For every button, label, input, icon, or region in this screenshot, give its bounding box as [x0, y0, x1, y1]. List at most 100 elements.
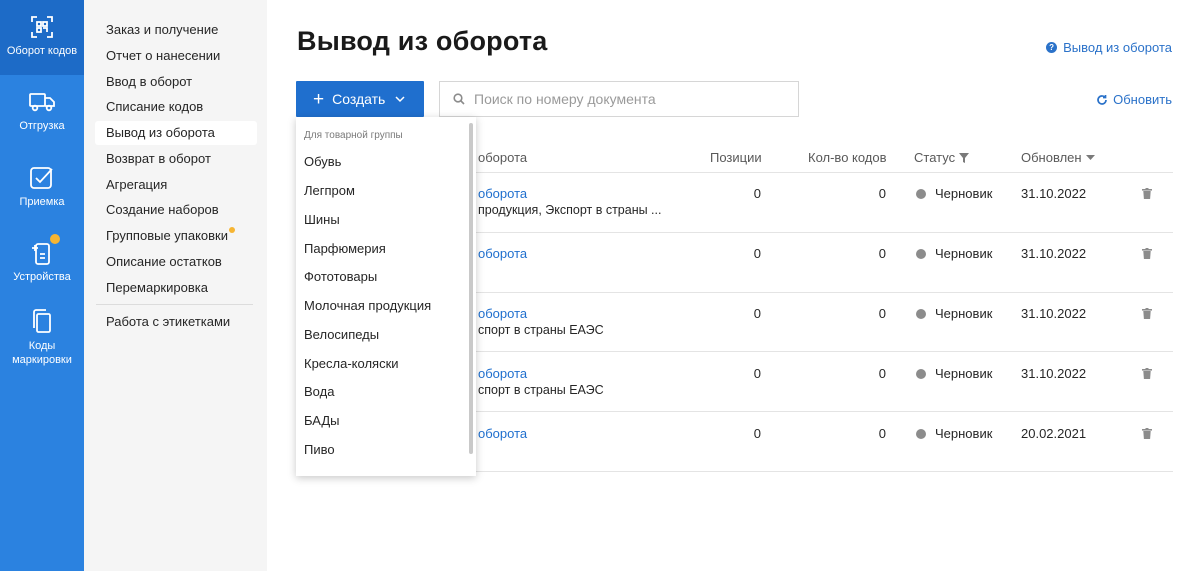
rail-label: Отгрузка: [19, 120, 65, 132]
trash-icon[interactable]: [1142, 188, 1152, 199]
column-header-updated[interactable]: Обновлен: [1021, 150, 1095, 165]
status-label: Черновик: [935, 246, 993, 261]
dropdown-item-shoes[interactable]: Обувь: [304, 154, 341, 169]
dropdown-header: Для товарной группы: [304, 130, 403, 141]
subnav-item-aggregation[interactable]: Агрегация: [95, 173, 257, 197]
status-badge: Черновик: [916, 306, 992, 321]
codes-value: 0: [878, 186, 886, 201]
rail-label: Приемка: [19, 196, 65, 208]
search-icon: [453, 93, 465, 105]
truck-icon: [29, 93, 55, 112]
column-label: Обновлен: [1021, 150, 1082, 165]
document-subtitle: спорт в страны ЕАЭС: [478, 383, 604, 397]
subnav-item-writeoff[interactable]: Списание кодов: [95, 95, 257, 119]
trash-icon[interactable]: [1142, 248, 1152, 259]
status-dot: [916, 248, 926, 259]
refresh-icon: [1097, 94, 1107, 105]
dropdown-item-bicycles[interactable]: Велосипеды: [304, 327, 379, 342]
subnav-item-order[interactable]: Заказ и получение: [95, 18, 257, 42]
notification-badge: [49, 233, 61, 245]
subnav-label: Ввод в оборот: [106, 74, 193, 89]
subnav-item-labels[interactable]: Работа с этикетками: [95, 310, 257, 334]
column-label: оборота: [478, 150, 528, 165]
subnav-item-remarking[interactable]: Перемаркировка: [95, 276, 257, 300]
dropdown-item-photo[interactable]: Фототовары: [304, 269, 377, 284]
subnav-item-withdrawal[interactable]: Вывод из оборота: [95, 121, 257, 145]
trash-icon[interactable]: [1142, 368, 1152, 379]
refresh-label: Обновить: [1113, 92, 1172, 107]
dropdown-item-supplements[interactable]: БАДы: [304, 413, 340, 428]
status-label: Черновик: [935, 426, 993, 441]
product-group-dropdown: Для товарной группы Обувь Легпром Шины П…: [296, 117, 476, 476]
dropdown-scrollbar[interactable]: [469, 123, 473, 454]
create-label: Создать: [332, 91, 386, 107]
dropdown-item-beer[interactable]: Пиво: [304, 442, 335, 457]
subnav-item-sets[interactable]: Создание наборов: [95, 198, 257, 222]
rail-item-marking-codes[interactable]: Коды маркировки: [0, 308, 84, 370]
column-label: Позиции: [710, 150, 762, 165]
chevron-down-icon: [395, 95, 405, 102]
subnav-label: Групповые упаковки: [106, 228, 228, 243]
dropdown-item-perfume[interactable]: Парфюмерия: [304, 241, 386, 256]
subnav-label: Заказ и получение: [106, 22, 219, 37]
row-divider: [466, 232, 1173, 233]
subnav-item-remains[interactable]: Описание остатков: [95, 250, 257, 274]
positions-value: 0: [753, 306, 761, 321]
subnav-label: Списание кодов: [106, 99, 204, 114]
column-header-type[interactable]: оборота: [478, 150, 527, 165]
document-link[interactable]: оборота: [478, 426, 527, 441]
row-divider: [466, 471, 1173, 472]
help-link-label: Вывод из оборота: [1063, 40, 1172, 55]
create-button[interactable]: + Создать: [296, 81, 424, 117]
dropdown-item-wheelchairs[interactable]: Кресла-коляски: [304, 356, 399, 371]
checkbox-icon: [30, 167, 53, 189]
plus-icon: +: [313, 88, 325, 110]
column-header-status[interactable]: Статус: [914, 150, 970, 165]
help-link[interactable]: ? Вывод из оборота: [1046, 40, 1172, 55]
document-subtitle: спорт в страны ЕАЭС: [478, 323, 604, 337]
sort-down-icon[interactable]: [1085, 154, 1095, 161]
row-divider: [466, 351, 1173, 352]
rail-item-devices[interactable]: Устройства: [0, 239, 84, 289]
trash-icon[interactable]: [1142, 308, 1152, 319]
rail-label: Оборот кодов: [6, 45, 78, 57]
codes-value: 0: [878, 366, 886, 381]
status-badge: Черновик: [916, 246, 992, 261]
subnav-item-return[interactable]: Возврат в оборот: [95, 147, 257, 171]
subnav-item-group-packages[interactable]: Групповые упаковки: [95, 224, 257, 248]
document-link[interactable]: оборота: [478, 186, 527, 201]
positions-value: 0: [753, 246, 761, 261]
rail-label: Коды: [28, 340, 56, 352]
subnav-item-introduction[interactable]: Ввод в оборот: [95, 70, 257, 94]
updated-date: 20.02.2021: [1021, 426, 1087, 441]
status-label: Черновик: [935, 306, 993, 321]
codes-value: 0: [878, 306, 886, 321]
qr-scan-icon: [31, 16, 53, 38]
subnav-label: Агрегация: [106, 177, 168, 192]
row-divider: [466, 411, 1173, 412]
search-input[interactable]: [474, 91, 774, 107]
column-header-codes[interactable]: Кол-во кодов: [808, 150, 887, 165]
status-dot: [916, 188, 926, 199]
dropdown-item-dairy[interactable]: Молочная продукция: [304, 298, 431, 313]
subnav-label: Отчет о нанесении: [106, 48, 221, 63]
subnav-label: Перемаркировка: [106, 280, 208, 295]
subnav-item-report[interactable]: Отчет о нанесении: [95, 44, 257, 68]
filter-icon[interactable]: [959, 152, 970, 163]
document-link[interactable]: оборота: [478, 246, 527, 261]
dropdown-item-tires[interactable]: Шины: [304, 212, 340, 227]
subnav-label: Возврат в оборот: [106, 151, 211, 166]
document-link[interactable]: оборота: [478, 366, 527, 381]
refresh-button[interactable]: Обновить: [1096, 92, 1172, 107]
column-header-positions[interactable]: Позиции: [710, 150, 762, 165]
document-link[interactable]: оборота: [478, 306, 527, 321]
rail-item-acceptance[interactable]: Приемка: [0, 166, 84, 216]
rail-item-shipment[interactable]: Отгрузка: [0, 90, 84, 140]
status-badge: Черновик: [916, 426, 992, 441]
dropdown-item-light-industry[interactable]: Легпром: [304, 183, 355, 198]
rail-label: маркировки: [12, 354, 72, 366]
updated-date: 31.10.2022: [1021, 306, 1087, 321]
trash-icon[interactable]: [1142, 428, 1152, 439]
dropdown-item-water[interactable]: Вода: [304, 384, 334, 399]
rail-item-code-turnover[interactable]: Оборот кодов: [0, 0, 84, 75]
